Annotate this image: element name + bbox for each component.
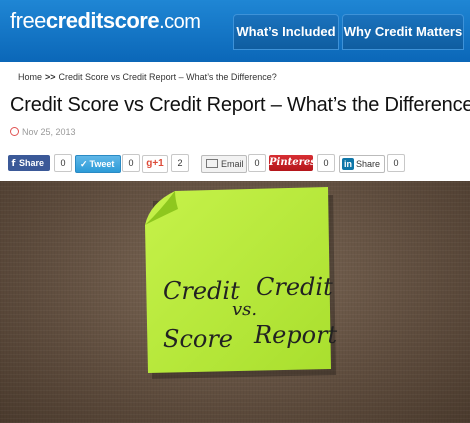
featured-image: Credit vs. Credit Score Report — [0, 181, 470, 423]
facebook-share-count: 0 — [54, 154, 72, 172]
logo-dotcom: .com — [159, 11, 201, 33]
logo-free: free — [10, 8, 46, 33]
clock-icon — [10, 127, 19, 137]
site-header: freecreditscore.com What’s Included Why … — [0, 0, 470, 62]
logo-score: score — [102, 8, 160, 33]
logo-credit: credit — [45, 8, 103, 33]
post-date-text: Nov 25, 2013 — [22, 127, 76, 137]
linkedin-share-button[interactable]: in Share — [339, 155, 385, 173]
email-share-label: Email — [221, 159, 244, 169]
breadcrumb-current[interactable]: Credit Score vs Credit Report – What’s t… — [59, 72, 277, 82]
note-text-vs: vs. — [232, 299, 258, 320]
nav-whats-included[interactable]: What’s Included — [233, 14, 339, 50]
nav-why-credit-matters[interactable]: Why Credit Matters — [342, 14, 464, 50]
linkedin-share-label: Share — [356, 159, 381, 169]
envelope-icon — [206, 159, 218, 169]
breadcrumb-separator: >> — [45, 72, 56, 82]
twitter-tweet-count: 0 — [122, 154, 140, 172]
google-plus-button[interactable]: g+1 — [142, 155, 168, 173]
email-share-button[interactable]: Email — [201, 155, 247, 173]
twitter-tweet-label: Tweet — [89, 159, 115, 169]
email-share-count: 0 — [248, 154, 266, 172]
note-text-score: Score — [163, 325, 234, 353]
facebook-share-button[interactable]: f Share — [8, 155, 50, 171]
linkedin-icon: in — [342, 158, 354, 170]
breadcrumb-home[interactable]: Home — [18, 72, 42, 82]
note-text-report: Report — [254, 321, 338, 349]
note-text-credit-1: Credit — [163, 277, 240, 305]
twitter-tweet-button[interactable]: ✓ Tweet — [75, 155, 121, 173]
linkedin-share-count: 0 — [387, 154, 405, 172]
note-text-credit-2: Credit — [256, 273, 333, 301]
pinterest-button[interactable]: Pinterest — [269, 155, 320, 171]
page-title: Credit Score vs Credit Report – What’s t… — [10, 94, 470, 116]
pinterest-count: 0 — [317, 154, 335, 172]
post-date: Nov 25, 2013 — [10, 127, 76, 137]
twitter-bird-icon: ✓ — [80, 159, 88, 169]
facebook-share-label: Share — [19, 158, 45, 168]
breadcrumb: Home >> Credit Score vs Credit Report – Wh… — [18, 72, 277, 82]
facebook-icon: f — [11, 159, 16, 169]
google-plus-count: 2 — [171, 154, 189, 172]
site-logo[interactable]: freecreditscore.com — [10, 8, 201, 34]
